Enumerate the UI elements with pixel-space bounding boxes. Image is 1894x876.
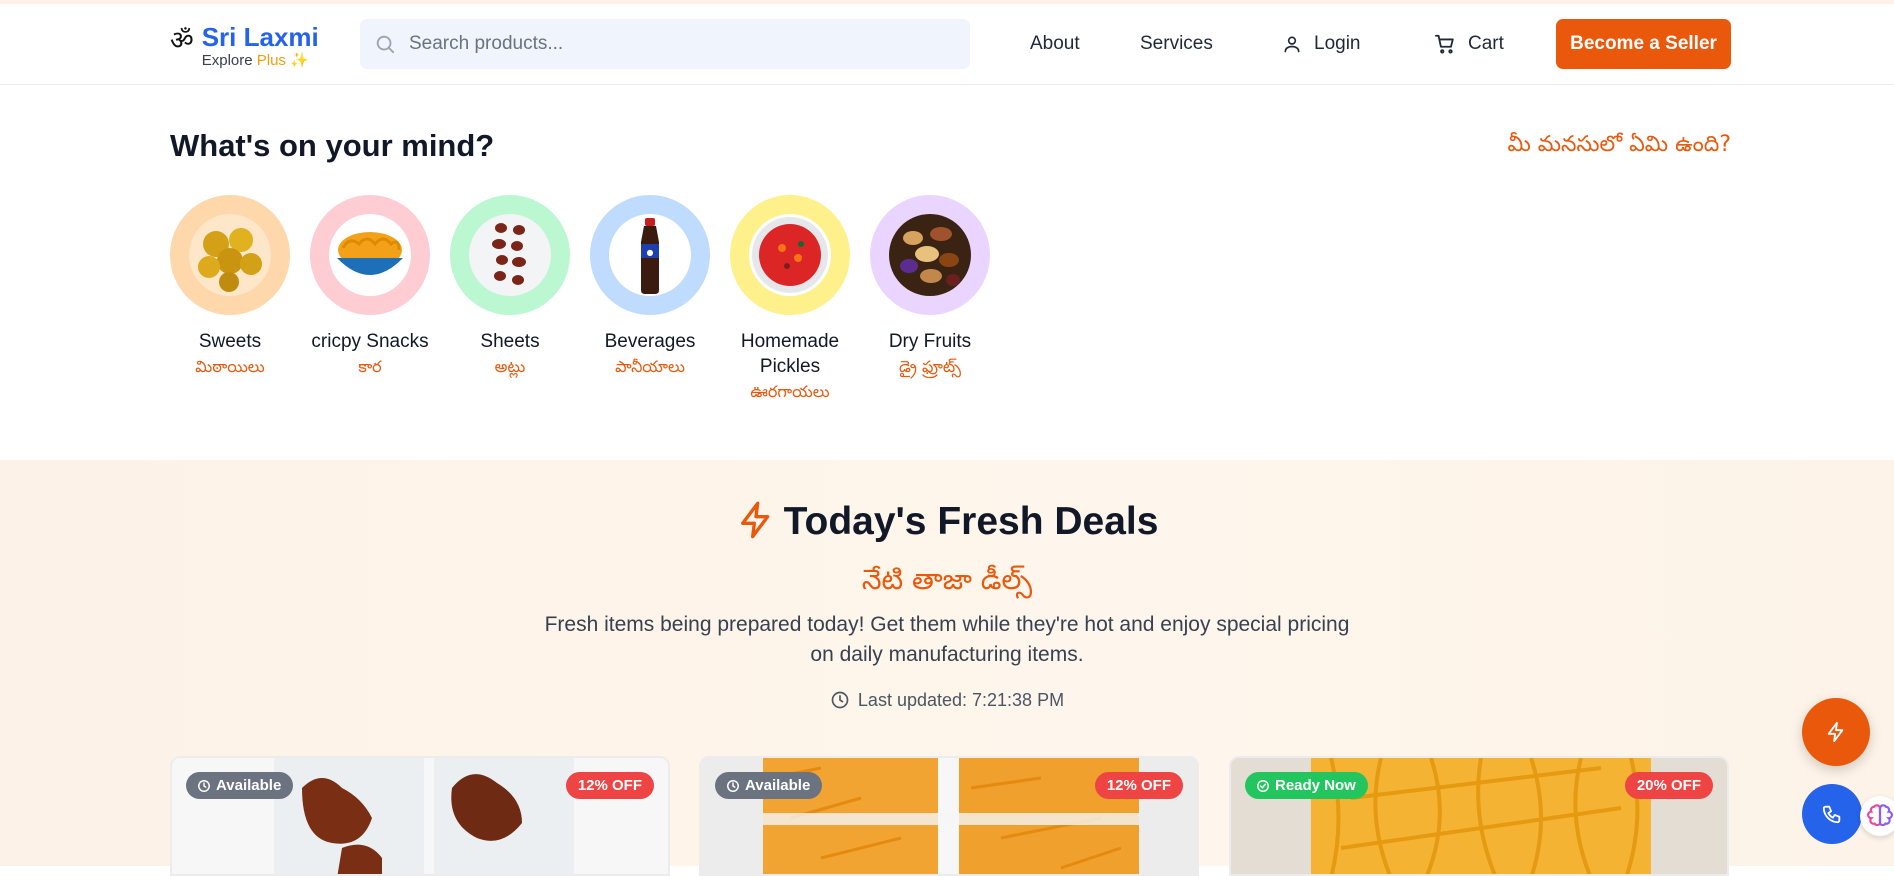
nav-cart-label: Cart [1468, 33, 1504, 54]
om-symbol: ॐ [170, 26, 194, 56]
deals-description: Fresh items being prepared today! Get th… [544, 613, 1350, 666]
category-beverages-label-te: పానీయాలు [615, 357, 685, 376]
deal-card-1-status-text: Available [216, 777, 282, 794]
check-circle-icon [1257, 779, 1269, 792]
category-snacks-image [310, 195, 430, 315]
deal-card-1-status: Available [186, 772, 294, 799]
laddu-icon [198, 228, 262, 292]
search-bar [360, 19, 970, 69]
category-dryfruits[interactable]: Dry Fruits డ్రై ఫ్రూట్స్ [870, 195, 990, 405]
last-updated: Last updated: 7:21:38 PM [0, 690, 1894, 711]
deal-card-3-status-text: Ready Now [1275, 777, 1356, 794]
mind-section-title-te: మీ మనసులో ఏమి ఉంది? [1507, 132, 1731, 157]
deals-title: Today's Fresh Deals [0, 500, 1894, 544]
sparkle-icon: ✨ [290, 52, 309, 69]
category-sweets-image [170, 195, 290, 315]
category-beverages[interactable]: ● Beverages పానీయాలు [590, 195, 710, 405]
nav-cart[interactable]: Cart [1434, 19, 1504, 69]
deal-card-2[interactable]: Available 12% OFF [699, 756, 1199, 876]
category-sheets-image [450, 195, 570, 315]
sheets-icon [492, 223, 526, 285]
category-snacks-label: cricpy Snacks [311, 331, 429, 352]
category-beverages-label: Beverages [604, 331, 696, 352]
category-pickles-image [730, 195, 850, 315]
brain-icon [1867, 804, 1893, 827]
deal-card-3-status: Ready Now [1245, 772, 1368, 799]
category-sheets-label-te: అట్లు [494, 357, 526, 376]
logo[interactable]: ॐ Sri Laxmi Explore Plus ✨ [170, 22, 319, 69]
dry-fruits-icon [900, 227, 960, 286]
deal-card-1[interactable]: Available 12% OFF [170, 756, 670, 876]
category-sheets[interactable]: Sheets అట్లు [450, 195, 570, 405]
category-dryfruits-label: Dry Fruits [888, 331, 972, 352]
category-snacks-label-te: కార [358, 357, 382, 376]
category-pickles[interactable]: Homemade Pickles ఊరగాయలు [730, 195, 850, 405]
nav-services[interactable]: Services [1140, 19, 1213, 69]
search-input[interactable] [360, 19, 970, 69]
lightning-icon [1827, 721, 1844, 743]
deal-card-3[interactable]: Ready Now 20% OFF [1229, 756, 1729, 876]
category-pickles-label: Homemade Pickles [740, 331, 840, 377]
category-sweets-label: Sweets [198, 331, 262, 352]
tagline-plus: Plus [256, 52, 286, 69]
deal-card-3-discount: 20% OFF [1624, 772, 1713, 799]
nav-about-label: About [1030, 33, 1080, 54]
category-pickles-label-te: ఊరగాయలు [750, 382, 830, 401]
category-list: Sweets మిఠాయిలు cricpy Snacks కార Sheets… [170, 195, 1010, 405]
call-button[interactable] [1802, 784, 1862, 844]
mind-section-title: What's on your mind? [170, 128, 495, 163]
nav-services-label: Services [1140, 33, 1213, 54]
site-header: ॐ Sri Laxmi Explore Plus ✨ About Service… [0, 4, 1894, 85]
snack-bowl-icon [337, 232, 403, 275]
lightning-icon [740, 501, 769, 539]
deals-title-te: నేటి తాజా డీల్స్ [861, 563, 1033, 596]
nav-login-label: Login [1314, 33, 1361, 54]
cart-icon [1434, 34, 1454, 54]
fresh-deals-section: Today's Fresh Deals నేటి తాజా డీల్స్ Fre… [0, 460, 1894, 876]
nav-about[interactable]: About [1030, 19, 1080, 69]
pickle-bowl-icon [752, 217, 828, 293]
quick-deals-button[interactable] [1802, 698, 1870, 766]
brand-tagline: Explore Plus ✨ [202, 53, 319, 69]
category-dryfruits-label-te: డ్రై ఫ్రూట్స్ [898, 357, 962, 376]
category-sheets-label: Sheets [480, 331, 540, 352]
category-beverages-image: ● [590, 195, 710, 315]
user-icon [1284, 36, 1300, 53]
brand-name: Sri Laxmi [201, 22, 319, 52]
phone-icon [1822, 805, 1841, 824]
clock-icon [831, 691, 849, 709]
nav-login[interactable]: Login [1282, 19, 1361, 69]
clock-icon [198, 779, 210, 792]
become-seller-button[interactable]: Become a Seller [1556, 19, 1731, 69]
category-snacks[interactable]: cricpy Snacks కార [310, 195, 430, 405]
deal-card-2-discount: 12% OFF [1094, 772, 1183, 799]
category-sweets[interactable]: Sweets మిఠాయిలు [170, 195, 290, 405]
category-sweets-label-te: మిఠాయిలు [195, 357, 265, 376]
bottle-icon: ● [641, 218, 659, 294]
deal-card-1-discount: 12% OFF [565, 772, 654, 799]
ai-assistant-button[interactable] [1860, 796, 1894, 836]
deals-title-text: Today's Fresh Deals [783, 500, 1159, 543]
category-dryfruits-image [870, 195, 990, 315]
tagline-prefix: Explore [201, 52, 253, 69]
clock-icon [727, 779, 739, 792]
deal-card-2-status: Available [715, 772, 823, 799]
deal-card-2-status-text: Available [745, 777, 811, 794]
search-icon [376, 35, 395, 54]
svg-text:●: ● [647, 248, 654, 257]
last-updated-text: Last updated: 7:21:38 PM [857, 690, 1065, 710]
